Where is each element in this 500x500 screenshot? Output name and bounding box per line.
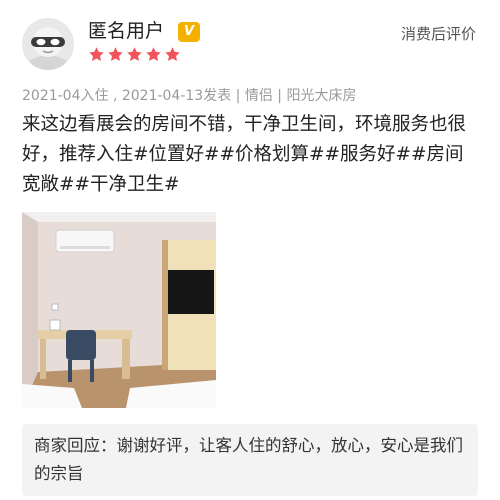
merchant-reply-text: 商家回应：谢谢好评，让客人住的舒心，放心，安心是我们的宗旨: [34, 436, 463, 483]
review-card: 匿名用户 V 消费后评价 2021-04入住 , 2021-04-13发表 | …: [0, 0, 500, 500]
hotel-room-photo-icon: [22, 212, 216, 408]
star-icon: [146, 47, 161, 61]
verified-badge-icon: V: [178, 22, 200, 42]
review-type-label: 消费后评价: [400, 25, 476, 43]
anonymous-mask-icon: [22, 18, 74, 70]
merchant-reply: 商家回应：谢谢好评，让客人住的舒心，放心，安心是我们的宗旨: [22, 424, 478, 496]
review-photo[interactable]: [22, 212, 216, 408]
star-icon: [108, 47, 123, 61]
username[interactable]: 匿名用户: [88, 18, 164, 44]
star-icon: [165, 47, 180, 61]
star-icon: [127, 47, 142, 61]
review-meta: 2021-04入住 , 2021-04-13发表 | 情侣 | 阳光大床房: [22, 88, 357, 104]
review-text: 来这边看展会的房间不错，干净卫生间，环境服务也很好，推荐入住#位置好##价格划算…: [22, 114, 467, 195]
user-avatar[interactable]: [22, 18, 74, 70]
star-rating: [88, 46, 181, 68]
star-icon: [89, 47, 104, 61]
